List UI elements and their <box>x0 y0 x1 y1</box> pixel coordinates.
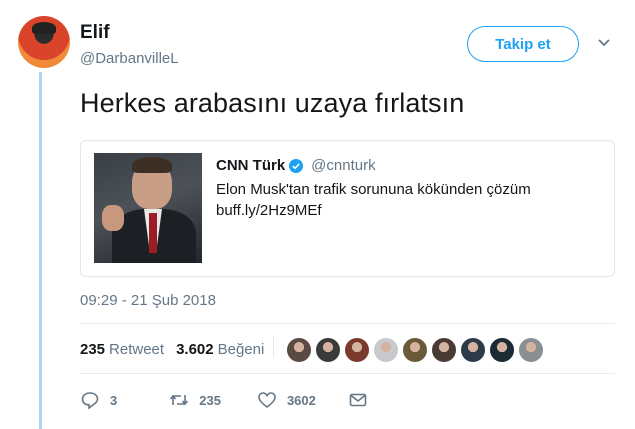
quoted-tweet-text: Elon Musk'tan trafik sorununa kökünden ç… <box>216 181 531 198</box>
quoted-tweet-photo <box>94 153 202 263</box>
tweet-stats: 235 Retweet 3.602 Beğeni <box>80 341 264 358</box>
tweet-text: Herkes arabasını uzaya fırlatsın <box>80 88 465 118</box>
liker-avatar[interactable] <box>373 337 399 363</box>
liker-avatar[interactable] <box>489 337 515 363</box>
liker-avatar[interactable] <box>431 337 457 363</box>
like-stat[interactable]: 3.602 Beğeni <box>176 341 264 358</box>
author-name[interactable]: Elif <box>80 22 110 44</box>
reply-count: 3 <box>110 392 118 408</box>
quoted-author: CNN Türk @cnnturk <box>216 157 376 174</box>
avatar[interactable] <box>18 16 70 68</box>
reply-icon <box>81 392 99 410</box>
retweet-stat-count: 235 <box>80 341 106 358</box>
divider <box>80 323 615 324</box>
divider <box>80 373 615 374</box>
direct-message-button[interactable] <box>348 390 368 410</box>
liker-avatar[interactable] <box>344 337 370 363</box>
heart-icon <box>258 392 276 409</box>
liker-avatar[interactable] <box>460 337 486 363</box>
retweet-icon <box>170 394 189 406</box>
quoted-tweet-card[interactable]: CNN Türk @cnnturk Elon Musk'tan trafik s… <box>80 140 615 277</box>
author-handle[interactable]: @DarbanvilleL <box>80 50 179 67</box>
tweet-actions: 3 235 3602 <box>80 390 398 410</box>
tweet-timestamp[interactable]: 09:29 - 21 Şub 2018 <box>80 292 216 309</box>
quoted-author-handle: @cnnturk <box>311 157 376 174</box>
mail-icon <box>349 393 367 407</box>
likers-avatars <box>286 337 544 363</box>
like-stat-count: 3.602 <box>176 341 214 358</box>
stats-separator <box>273 336 274 358</box>
like-button[interactable]: 3602 <box>257 390 316 410</box>
liker-avatar[interactable] <box>402 337 428 363</box>
liker-avatar[interactable] <box>286 337 312 363</box>
quoted-tweet-link[interactable]: buff.ly/2Hz9MEf <box>216 200 531 221</box>
verified-icon <box>289 158 304 173</box>
chevron-down-icon[interactable] <box>597 36 611 50</box>
quoted-author-name: CNN Türk <box>216 157 286 174</box>
retweet-stat-label: Retweet <box>109 341 165 358</box>
retweet-stat[interactable]: 235 Retweet <box>80 341 164 358</box>
like-count: 3602 <box>286 392 316 408</box>
follow-button[interactable]: Takip et <box>467 26 579 62</box>
quoted-tweet-body: Elon Musk'tan trafik sorununa kökünden ç… <box>216 179 531 221</box>
retweet-button[interactable]: 235 <box>169 390 221 410</box>
liker-avatar[interactable] <box>518 337 544 363</box>
like-stat-label: Beğeni <box>217 341 265 358</box>
retweet-count: 235 <box>199 392 221 408</box>
thread-line <box>39 72 42 429</box>
reply-button[interactable]: 3 <box>80 390 117 410</box>
liker-avatar[interactable] <box>315 337 341 363</box>
